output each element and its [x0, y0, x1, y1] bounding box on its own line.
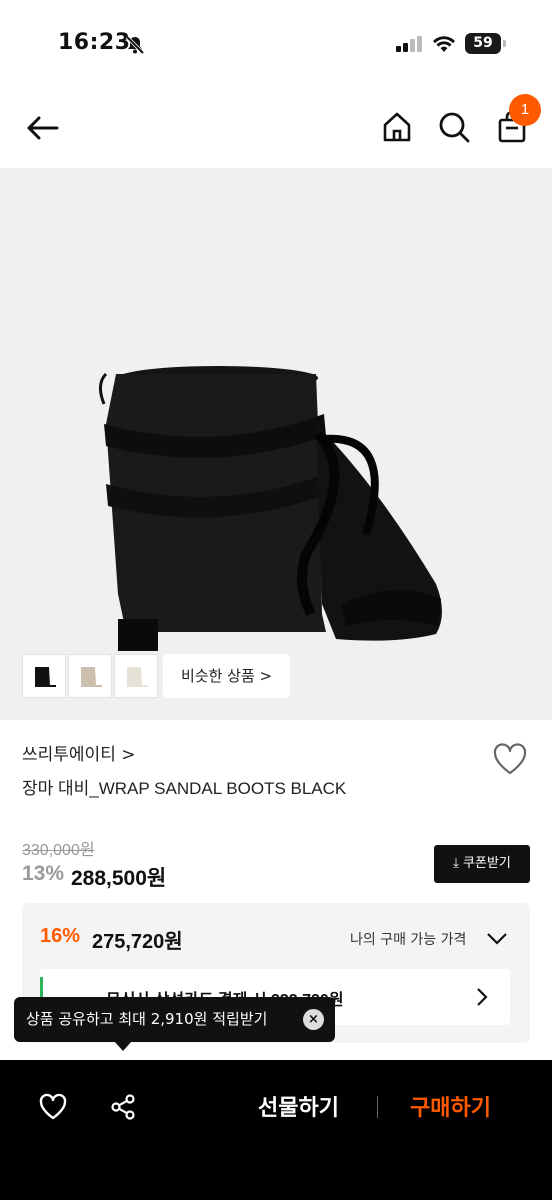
status-bar: 16:23 59	[0, 0, 552, 90]
thumbnail-beige-boot[interactable]	[68, 654, 112, 698]
thumbnail-black-boot[interactable]	[22, 654, 66, 698]
thumbnail-strip	[22, 654, 158, 698]
sale-price: 288,500원	[71, 867, 167, 890]
similar-products-button[interactable]: 비슷한 상품 >	[163, 654, 291, 698]
heart-icon[interactable]	[38, 1093, 68, 1125]
share-icon[interactable]	[109, 1093, 137, 1125]
home-icon[interactable]	[380, 110, 414, 148]
thumbnail-white-boot[interactable]	[114, 654, 158, 698]
product-image-gallery[interactable]: 비슷한 상품 >	[0, 168, 552, 720]
toast-text: 상품 공유하고 최대 2,910원 적립받기	[26, 1010, 268, 1028]
product-name: 장마 대비_WRAP SANDAL BOOTS BLACK	[22, 779, 347, 798]
bottom-action-bar: 선물하기 구매하기	[0, 1060, 552, 1200]
product-image	[99, 366, 442, 651]
cart-count-badge: 1	[509, 94, 541, 126]
top-nav: 1	[0, 90, 552, 168]
close-icon[interactable]: ×	[303, 1009, 324, 1030]
my-discount-rate: 16%	[40, 925, 81, 947]
silent-bell-icon	[124, 34, 146, 60]
buy-button[interactable]: 구매하기	[410, 1090, 491, 1122]
search-icon[interactable]	[437, 110, 471, 148]
status-time: 16:23	[58, 30, 131, 55]
original-price: 330,000원	[22, 842, 95, 859]
my-price-toggle[interactable]: 나의 구매 가능 가격	[350, 929, 466, 949]
share-reward-toast: 상품 공유하고 최대 2,910원 적립받기 ×	[14, 997, 335, 1051]
heart-icon[interactable]	[492, 742, 528, 780]
discount-rate: 13%	[22, 862, 65, 885]
my-price: 275,720원	[92, 931, 183, 953]
wifi-icon	[432, 34, 456, 58]
battery-indicator: 59	[465, 33, 506, 54]
chevron-down-icon[interactable]	[486, 931, 508, 950]
cellular-signal-icon	[396, 36, 424, 56]
coupon-button[interactable]: ⤓ 쿠폰받기	[434, 845, 530, 883]
chevron-right-icon	[476, 987, 488, 1011]
back-arrow-icon[interactable]	[24, 110, 64, 146]
brand-link[interactable]: 쓰리투에이티 >	[22, 740, 136, 765]
gift-button[interactable]: 선물하기	[258, 1090, 339, 1122]
divider	[377, 1096, 378, 1118]
